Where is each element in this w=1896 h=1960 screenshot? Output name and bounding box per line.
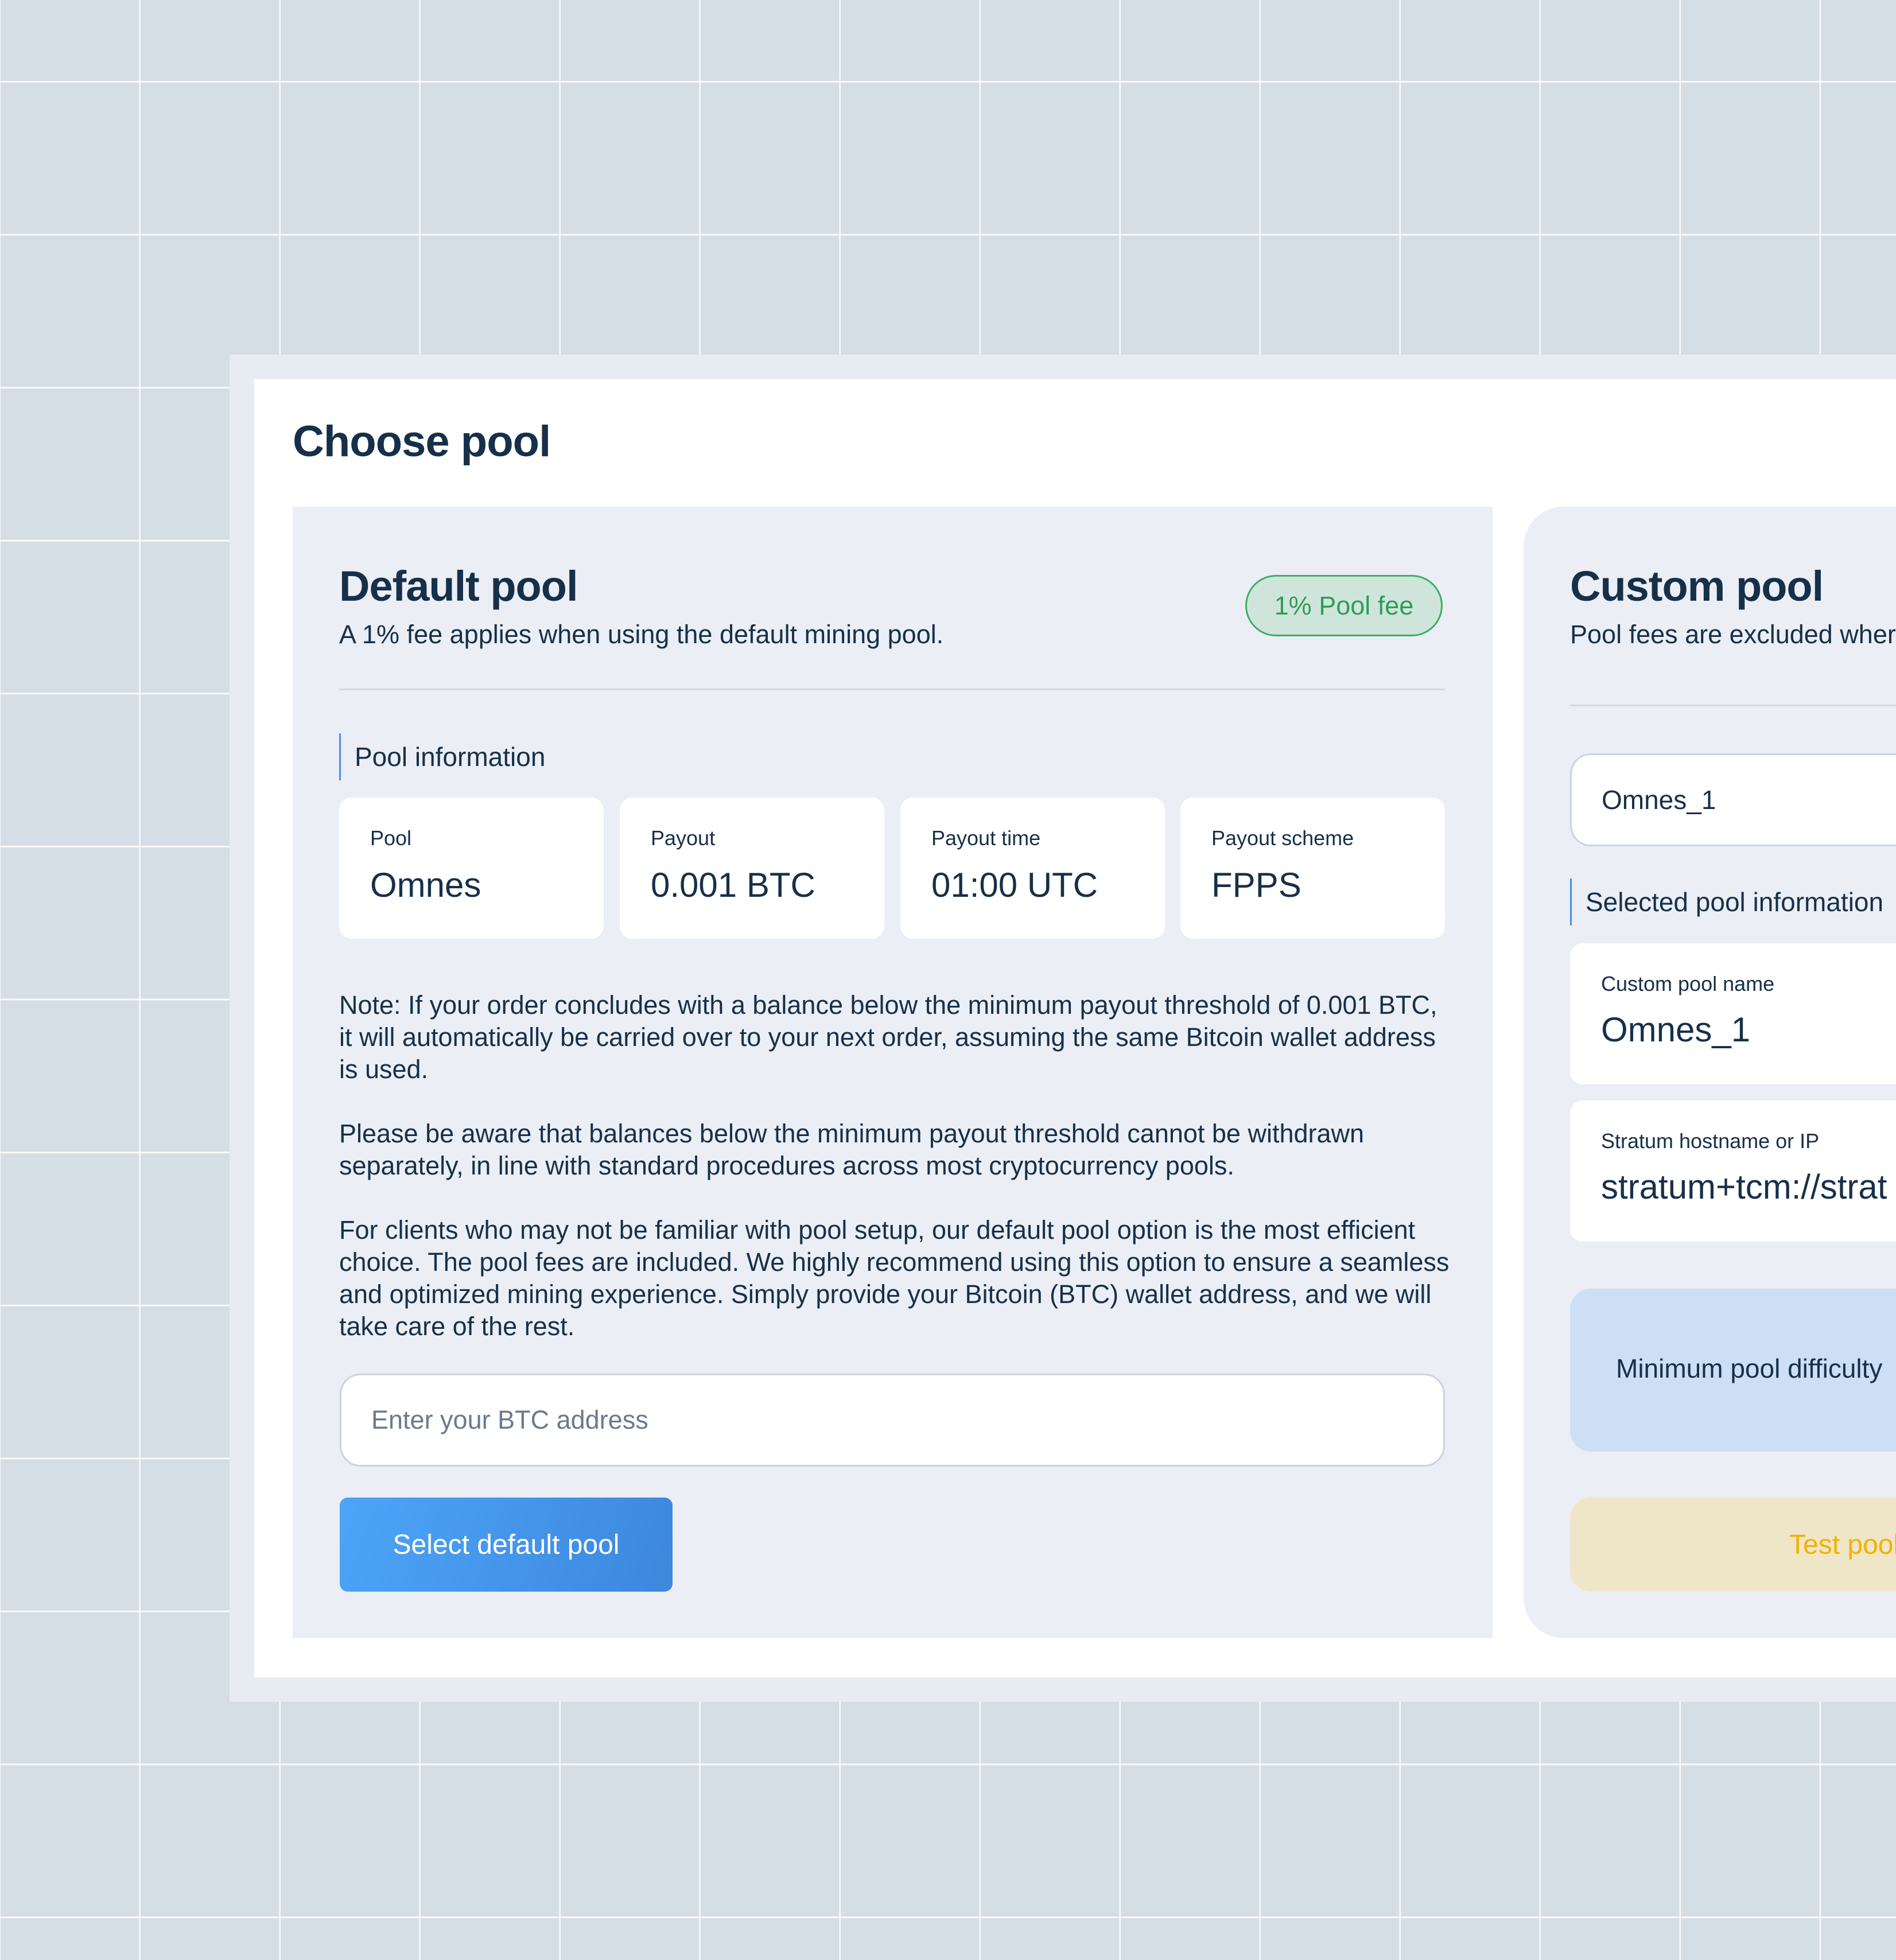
info-card-payout-scheme: Payout scheme FPPS [1180,798,1445,939]
test-pool-button[interactable]: Test pool [1570,1498,1896,1592]
default-pool-subtitle: A 1% fee applies when using the default … [339,620,944,649]
info-card-value: Omnes [370,866,481,904]
custom-pool-title: Custom pool [1570,562,1824,610]
info-card-value: 01:00 UTC [931,866,1098,904]
info-card-payout: Payout 0.001 BTC [620,798,884,939]
pool-fee-badge: 1% Pool fee [1245,575,1443,636]
info-card-value: Omnes_1 [1601,1010,1751,1049]
minimum-difficulty-text: Minimum pool difficulty [1616,1354,1883,1383]
info-card-value: 0.001 BTC [651,866,815,904]
info-card-label: Custom pool name [1601,972,1775,995]
page-title: Choose pool [293,417,551,466]
info-card-label: Payout time [931,826,1041,850]
custom-pool-divider [1570,705,1896,706]
info-card-label: Pool [370,826,412,850]
custom-pool-name-card: Custom pool name Omnes_1 [1570,943,1896,1084]
info-card-payout-time: Payout time 01:00 UTC [900,798,1165,939]
info-card-label: Payout scheme [1211,826,1354,850]
default-pool-divider [339,689,1445,690]
info-card-value: stratum+tcm://strat [1601,1168,1887,1206]
info-card-label: Stratum hostname or IP [1601,1129,1820,1153]
select-default-pool-button[interactable]: Select default pool [340,1498,673,1592]
default-pool-recommendation: For clients who may not be familiar with… [339,1215,1450,1341]
payout-threshold-note: Note: If your order concludes with a bal… [339,990,1437,1084]
custom-pool-select[interactable] [1570,753,1896,846]
info-card-label: Payout [651,826,716,850]
info-card-value: FPPS [1211,866,1301,904]
minimum-difficulty-box: Minimum pool difficulty [1570,1289,1896,1452]
default-pool-title: Default pool [339,562,578,610]
withdrawal-note: Please be aware that balances below the … [339,1119,1365,1180]
stratum-host-card: Stratum hostname or IP stratum+tcm://str… [1570,1100,1896,1242]
custom-pool-subtitle: Pool fees are excluded wher [1570,620,1896,649]
pool-information-label: Pool information [339,733,545,780]
selected-pool-information-label: Selected pool information [1570,878,1883,925]
info-card-pool: Pool Omnes [339,798,604,939]
btc-address-input[interactable] [340,1374,1445,1467]
